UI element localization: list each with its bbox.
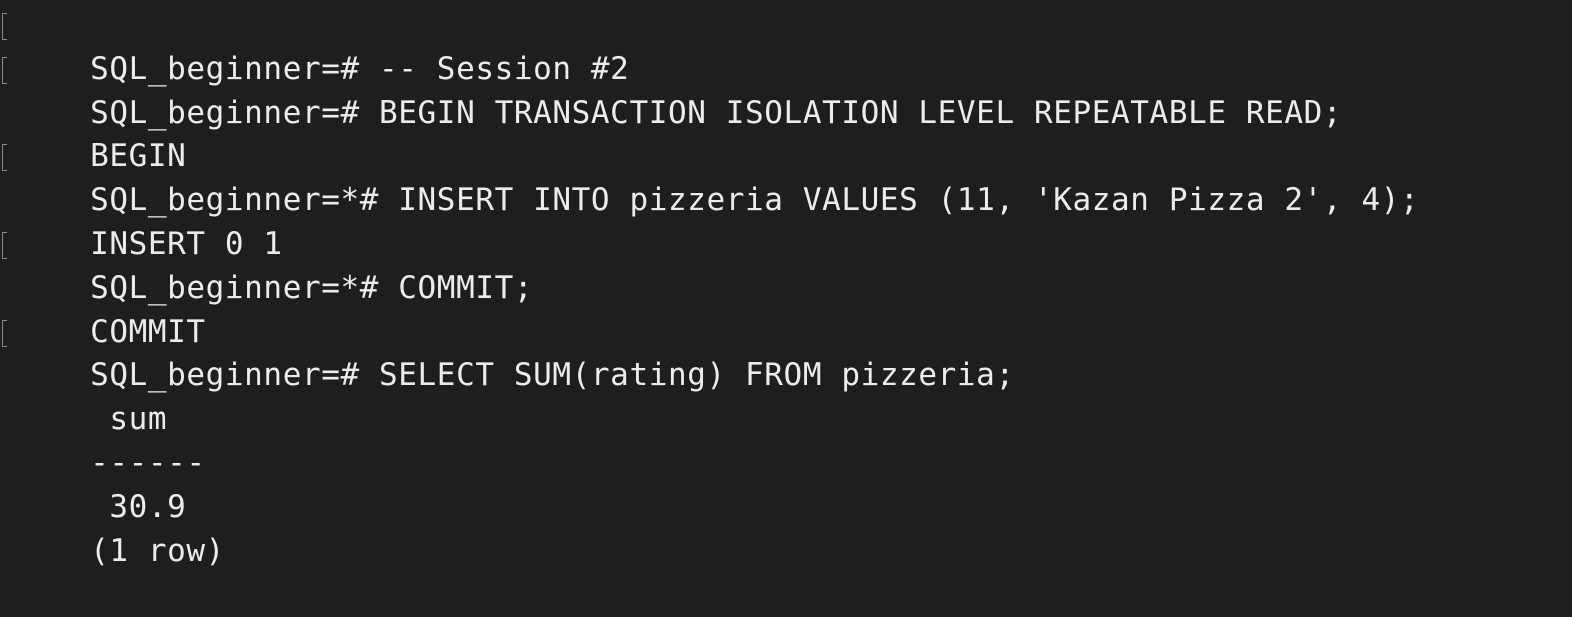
result-value: 30.9: [0, 442, 1572, 525]
result-column-header: sum: [0, 354, 1572, 437]
result-separator: ------: [0, 398, 1572, 481]
command-line-insert: SQL_beginner=*# INSERT INTO pizzeria VAL…: [0, 135, 1572, 218]
prompt-mark-icon: [2, 13, 7, 40]
command-line-begin-transaction: SQL_beginner=# BEGIN TRANSACTION ISOLATI…: [0, 48, 1572, 131]
prompt-mark-icon: [2, 231, 7, 259]
command-line-session-comment: SQL_beginner=# -- Session #2: [0, 4, 1572, 87]
command-line-commit: SQL_beginner=*# COMMIT;: [0, 223, 1572, 306]
line-text: (1 row): [90, 532, 225, 569]
prompt-mark-icon: [2, 56, 7, 84]
prompt-mark-icon: [2, 319, 7, 347]
result-row-count: (1 row): [0, 486, 1572, 569]
output-line-commit: COMMIT: [0, 267, 1572, 350]
terminal-window[interactable]: SQL_beginner=# -- Session #2 SQL_beginne…: [0, 0, 1572, 574]
output-line-insert: INSERT 0 1: [0, 179, 1572, 262]
prompt-mark-icon: [2, 144, 7, 172]
output-line-begin: BEGIN: [0, 92, 1572, 174]
command-line-select: SQL_beginner=# SELECT SUM(rating) FROM p…: [0, 311, 1572, 393]
